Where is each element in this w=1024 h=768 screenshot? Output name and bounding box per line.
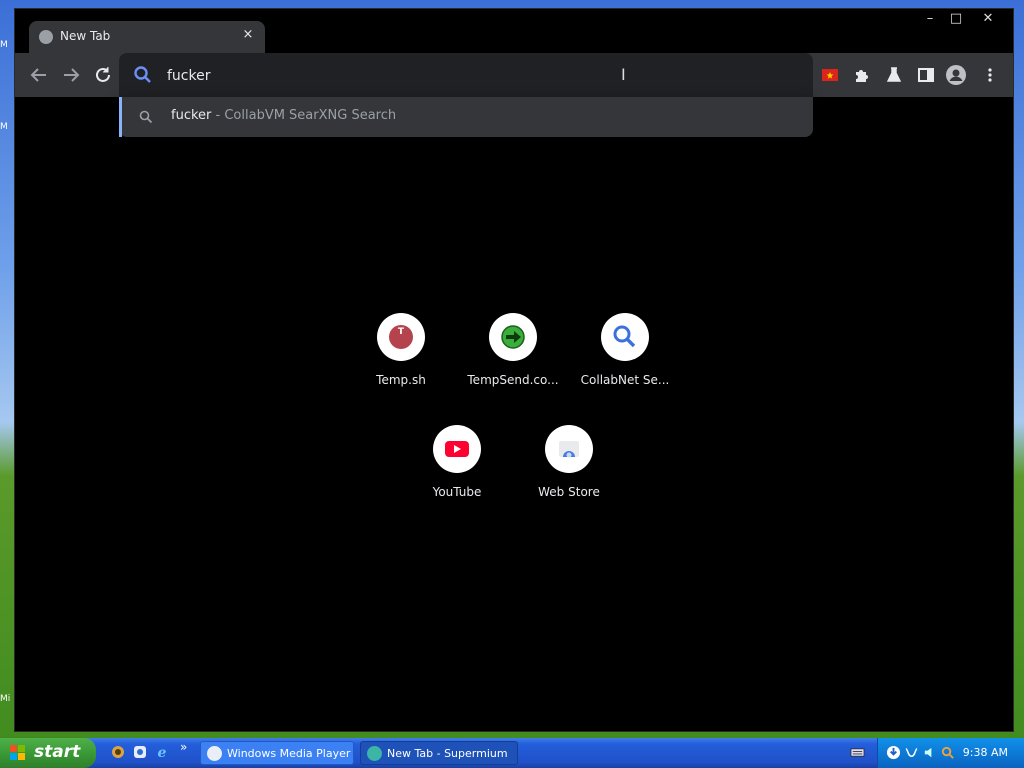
- desktop-icon-fragment: Mi: [0, 694, 11, 704]
- windows-flag-icon: [10, 745, 25, 760]
- maximize-button[interactable]: □: [941, 9, 971, 31]
- quick-launch-media-icon[interactable]: [132, 744, 148, 760]
- start-button[interactable]: start: [0, 738, 96, 768]
- tab-strip: New Tab × – □ ✕: [15, 9, 1013, 53]
- reload-button[interactable]: [91, 63, 115, 87]
- suggestion-query: fucker: [171, 108, 212, 123]
- menu-kebab-icon[interactable]: [979, 64, 1001, 86]
- shortcut-youtube[interactable]: YouTube: [401, 425, 513, 521]
- search-icon: [134, 66, 151, 83]
- labs-flask-icon[interactable]: [883, 64, 905, 86]
- profile-avatar-icon[interactable]: [945, 64, 967, 86]
- suggestion-separator: -: [211, 108, 225, 123]
- youtube-icon: [433, 425, 481, 473]
- security-icon[interactable]: [940, 745, 955, 760]
- forward-button[interactable]: [59, 63, 83, 87]
- temp-sh-icon: T: [377, 313, 425, 361]
- address-input[interactable]: [165, 64, 769, 88]
- desktop-icon-fragment: M: [0, 122, 8, 132]
- quick-launch-overflow[interactable]: »: [180, 740, 187, 754]
- shortcut-label: YouTube: [432, 485, 482, 499]
- globe-icon: [39, 30, 53, 44]
- reload-icon: [96, 67, 110, 82]
- shortcut-label: Web Store: [538, 485, 600, 499]
- quick-launch-ie-icon[interactable]: e: [154, 744, 170, 760]
- desktop-icon-fragment: M: [0, 40, 8, 50]
- suggestion-text: fucker - CollabVM SearXNG Search: [171, 108, 396, 123]
- supermium-browser-icon: [367, 746, 382, 761]
- back-button[interactable]: [27, 63, 51, 87]
- shortcut-temp-sh[interactable]: T Temp.sh: [345, 313, 457, 409]
- volume-icon[interactable]: [922, 745, 937, 760]
- windows-media-player-icon: [207, 746, 222, 761]
- tab-title: New Tab: [60, 29, 111, 43]
- text-cursor-icon: I: [621, 65, 626, 84]
- svg-text:T: T: [398, 327, 405, 337]
- web-store-icon: [545, 425, 593, 473]
- suggestion-engine: CollabVM SearXNG Search: [224, 108, 397, 123]
- tempsend-icon: [489, 313, 537, 361]
- taskbar: start e » Windows Media Player New Tab -…: [0, 738, 1024, 768]
- forward-arrow-icon: [64, 68, 80, 82]
- suggestion-item[interactable]: fucker - CollabVM SearXNG Search: [119, 97, 813, 137]
- browser-window: New Tab × – □ ✕ I: [14, 8, 1014, 732]
- quick-launch-explorer-icon[interactable]: [110, 744, 126, 760]
- task-label: New Tab - Supermium: [387, 747, 508, 760]
- shortcut-collabnet-search[interactable]: CollabNet Se...: [569, 313, 681, 409]
- shortcut-tempsend[interactable]: TempSend.co...: [457, 313, 569, 409]
- start-label: start: [34, 742, 81, 762]
- task-label: Windows Media Player: [227, 747, 351, 760]
- omnibox[interactable]: I: [119, 53, 813, 97]
- side-panel-icon[interactable]: [915, 64, 937, 86]
- toolbar: I: [15, 53, 1013, 97]
- download-icon[interactable]: [886, 745, 901, 760]
- shortcut-label: CollabNet Se...: [580, 373, 670, 387]
- tab-close-icon[interactable]: ×: [239, 26, 257, 44]
- keyboard-icon[interactable]: [850, 745, 865, 760]
- omnibox-suggestions: fucker - CollabVM SearXNG Search: [119, 97, 813, 137]
- close-window-button[interactable]: ✕: [973, 9, 1003, 31]
- search-icon: [601, 313, 649, 361]
- shortcut-web-store[interactable]: Web Store: [513, 425, 625, 521]
- network-icon[interactable]: [904, 745, 919, 760]
- clock[interactable]: 9:38 AM: [963, 746, 1008, 759]
- tab-new-tab[interactable]: New Tab ×: [29, 21, 265, 53]
- shortcut-label: Temp.sh: [376, 373, 426, 387]
- svg-text:e: e: [158, 745, 167, 760]
- task-new-tab-supermium[interactable]: New Tab - Supermium: [360, 741, 518, 765]
- search-icon: [139, 110, 153, 124]
- system-tray: 9:38 AM: [877, 738, 1024, 768]
- task-windows-media-player[interactable]: Windows Media Player: [200, 741, 354, 765]
- back-arrow-icon: [30, 68, 46, 82]
- shortcut-label: TempSend.co...: [467, 373, 559, 387]
- extensions-puzzle-icon[interactable]: [851, 64, 873, 86]
- extension-flag-icon[interactable]: [819, 64, 841, 86]
